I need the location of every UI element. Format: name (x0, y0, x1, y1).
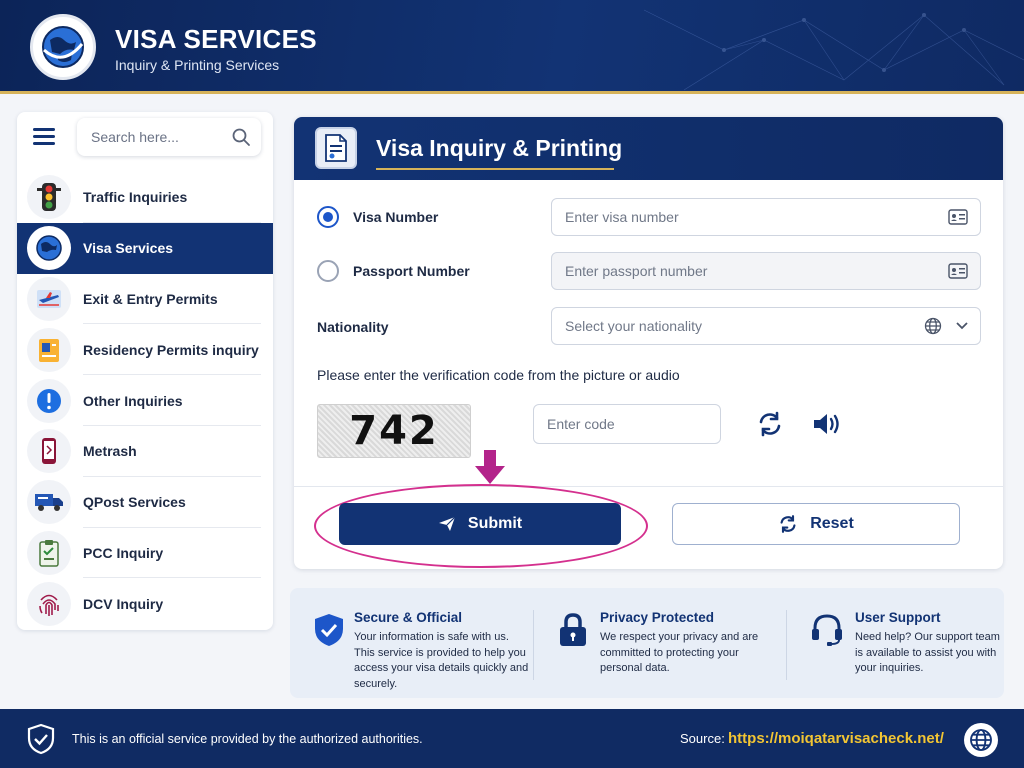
info-title: Privacy Protected (600, 610, 715, 625)
sidebar-item-label: Exit & Entry Permits (83, 290, 218, 307)
sidebar-item-label: QPost Services (83, 494, 186, 511)
info-icon (27, 378, 71, 423)
passport-number-label: Passport Number (353, 263, 470, 279)
footer-source-link[interactable]: https://moiqatarvisacheck.net/ (728, 730, 944, 747)
sidebar-item-traffic-inquiries[interactable]: Traffic Inquiries (17, 172, 273, 223)
clipboard-icon (27, 530, 71, 575)
document-icon (315, 127, 357, 169)
info-body: Need help? Our support team is available… (855, 631, 1000, 674)
id-card-icon (948, 209, 968, 225)
brand-title: VISA SERVICES (115, 24, 317, 54)
passport-number-radio[interactable] (317, 260, 339, 282)
traffic-light-icon (27, 175, 71, 220)
airplane-icon (27, 276, 71, 321)
id-card-icon (948, 263, 968, 279)
search-input[interactable] (91, 129, 221, 145)
search-icon[interactable] (231, 127, 251, 147)
app-header: VISA SERVICES Inquiry & Printing Service… (0, 0, 1024, 94)
verification-instructions: Please enter the verification code from … (317, 367, 680, 383)
sidebar-item-label: Metrash (83, 443, 137, 460)
app-footer: This is an official service provided by … (0, 709, 1024, 768)
sidebar-item-label: DCV Inquiry (83, 595, 164, 612)
chevron-down-icon[interactable] (956, 322, 968, 330)
nationality-label: Nationality (317, 319, 389, 335)
sidebar-nav: Traffic Inquiries Visa Services Exit & E… (17, 172, 273, 629)
info-title: Secure & Official (354, 610, 463, 625)
sidebar-item-label: PCC Inquiry (83, 544, 164, 561)
audio-icon[interactable] (810, 408, 842, 440)
submit-button[interactable]: Submit (339, 503, 621, 545)
sidebar-item-label: Visa Services (83, 240, 174, 257)
shield-check-icon (315, 614, 343, 646)
sidebar-item-exit-entry-permits[interactable]: Exit & Entry Permits (17, 274, 273, 325)
info-body: Your information is safe with us. This s… (354, 631, 529, 690)
sidebar-top (17, 112, 273, 170)
sidebar-item-dcv-inquiry[interactable]: DCV Inquiry (17, 578, 273, 629)
refresh-icon[interactable] (754, 408, 786, 440)
submit-label: Submit (467, 515, 523, 532)
sidebar: Traffic Inquiries Visa Services Exit & E… (17, 112, 273, 630)
sidebar-item-label: Other Inquiries (83, 392, 183, 409)
footer-notice: This is an official service provided by … (72, 732, 423, 746)
sidebar-item-other-inquiries[interactable]: Other Inquiries (17, 375, 273, 426)
headset-icon (812, 614, 842, 646)
info-title: User Support (855, 610, 941, 625)
globe-icon (924, 317, 942, 335)
sidebar-item-metrash[interactable]: Metrash (17, 426, 273, 477)
id-card-icon (27, 327, 71, 372)
sidebar-item-qpost-services[interactable]: QPost Services (17, 477, 273, 528)
passport-number-field[interactable] (551, 252, 981, 290)
info-divider (533, 610, 534, 680)
nationality-select[interactable] (551, 307, 981, 345)
fingerprint-icon (27, 581, 71, 626)
panel-title: Visa Inquiry & Printing (376, 135, 623, 161)
globe-icon[interactable] (964, 723, 998, 757)
captcha-code: 742 (349, 408, 439, 454)
shield-check-icon (27, 723, 55, 755)
brand-subtitle: Inquiry & Printing Services (115, 57, 280, 73)
reset-button[interactable]: Reset (672, 503, 960, 545)
reset-label: Reset (810, 515, 854, 532)
info-privacy: Privacy Protected We respect your privac… (556, 588, 766, 698)
lock-icon (560, 613, 586, 646)
footer-source-label: Source: (680, 731, 725, 746)
passport-number-option[interactable]: Passport Number (317, 260, 470, 282)
captcha-image: 742 (317, 404, 471, 458)
refresh-icon (780, 515, 796, 533)
search-box[interactable] (77, 118, 261, 156)
visa-number-field[interactable] (551, 198, 981, 236)
globe-logo-icon (27, 226, 71, 271)
send-icon (438, 516, 456, 531)
sidebar-item-label: Traffic Inquiries (83, 189, 188, 206)
sidebar-item-visa-services[interactable]: Visa Services (17, 222, 273, 274)
visa-inquiry-panel: Visa Inquiry & Printing Visa Number Pass… (294, 117, 1003, 569)
verification-code-field[interactable] (533, 404, 721, 444)
truck-icon (27, 480, 71, 525)
info-strip: Secure & Official Your information is sa… (290, 588, 1004, 698)
arrow-down-icon (475, 450, 505, 484)
nationality-input[interactable] (565, 318, 916, 334)
phone-icon (27, 429, 71, 474)
info-divider (786, 610, 787, 680)
visa-number-label: Visa Number (353, 209, 439, 225)
verification-code-input[interactable] (547, 416, 707, 432)
info-support: User Support Need help? Our support team… (810, 588, 1000, 698)
visa-number-radio[interactable] (317, 206, 339, 228)
visa-number-option[interactable]: Visa Number (317, 206, 438, 228)
title-underline (376, 168, 614, 170)
sidebar-item-pcc-inquiry[interactable]: PCC Inquiry (17, 528, 273, 579)
sidebar-item-residency-permits[interactable]: Residency Permits inquiry (17, 324, 273, 375)
hamburger-icon[interactable] (33, 128, 55, 146)
info-body: We respect your privacy and are committe… (600, 631, 759, 674)
header-network-pattern (643, 9, 1024, 91)
passport-number-input[interactable] (565, 263, 940, 279)
globe-logo-icon[interactable] (30, 14, 96, 80)
visa-number-input[interactable] (565, 209, 940, 225)
info-secure: Secure & Official Your information is sa… (312, 588, 532, 698)
sidebar-item-label: Residency Permits inquiry (83, 341, 259, 358)
panel-header: Visa Inquiry & Printing (294, 117, 1003, 180)
form-divider (294, 486, 1003, 487)
